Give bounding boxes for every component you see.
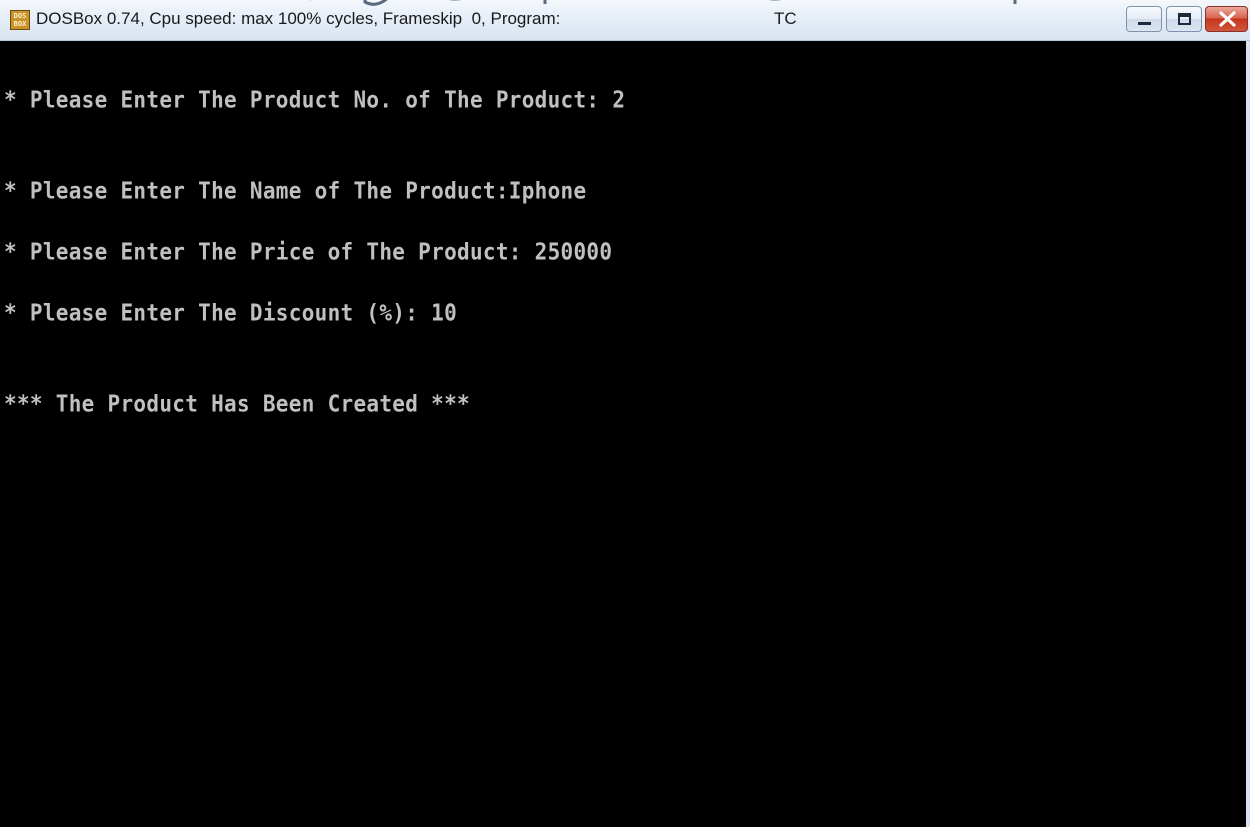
icon-text-bottom: BOX <box>13 20 27 28</box>
title-bar[interactable]: DOS BOX DOSBox 0.74, Cpu speed: max 100%… <box>0 0 1250 41</box>
console-line-created-message: *** The Product Has Been Created *** <box>4 391 470 417</box>
close-icon <box>1219 11 1236 27</box>
close-button[interactable] <box>1205 6 1248 32</box>
console-line-product-price: * Please Enter The Price of The Product:… <box>4 239 613 265</box>
maximize-button[interactable] <box>1166 6 1202 32</box>
window-title: DOSBox 0.74, Cpu speed: max 100% cycles,… <box>36 9 561 28</box>
window-right-border <box>1246 41 1250 827</box>
minimize-button[interactable] <box>1126 6 1162 32</box>
dosbox-window: DOS BOX DOSBox 0.74, Cpu speed: max 100%… <box>0 0 1250 827</box>
console-line-discount: * Please Enter The Discount (%): 10 <box>4 300 458 326</box>
maximize-icon <box>1178 13 1191 25</box>
console-output[interactable]: * Please Enter The Product No. of The Pr… <box>0 41 1250 827</box>
watermark-decoration <box>363 0 1017 6</box>
console-line-product-name: * Please Enter The Name of The Product:I… <box>4 178 587 204</box>
window-title-program: TC <box>774 9 797 28</box>
console-line-product-no: * Please Enter The Product No. of The Pr… <box>4 87 626 113</box>
minimize-icon <box>1138 22 1151 25</box>
dosbox-icon[interactable]: DOS BOX <box>10 10 30 30</box>
icon-text-top: DOS <box>13 12 27 20</box>
